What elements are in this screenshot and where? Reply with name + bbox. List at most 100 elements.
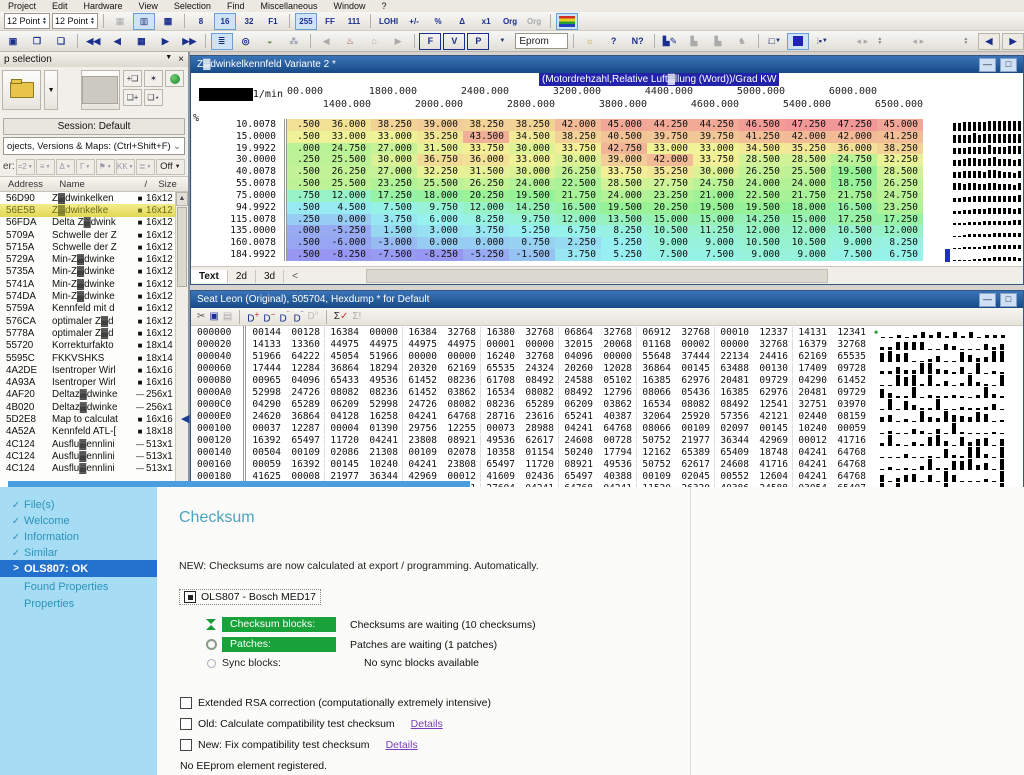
map-cell[interactable]: 30.000 <box>693 166 739 179</box>
map-cell[interactable]: 22.500 <box>739 189 785 202</box>
map-cell[interactable]: 33.000 <box>647 142 693 155</box>
hex-value[interactable]: 16534 <box>636 398 675 410</box>
hex-value[interactable]: 00130 <box>753 363 792 374</box>
letter-dropdown-icon[interactable]: ▼ <box>491 33 513 50</box>
hex-value[interactable]: 00012 <box>792 434 831 446</box>
hex-value[interactable]: 50752 <box>636 434 675 446</box>
menu-item-[interactable]: ? <box>374 1 395 11</box>
map-list-row[interactable]: 55720 Korrekturfakto ■ 18x14 <box>0 340 188 352</box>
hex-value[interactable]: 65409 <box>714 446 753 458</box>
hex-value[interactable]: 21308 <box>363 447 402 458</box>
map-cell[interactable]: 31.500 <box>417 142 463 155</box>
hex-value[interactable]: 62169 <box>441 363 480 374</box>
hex-value[interactable]: 24726 <box>402 398 441 410</box>
hex-value[interactable]: 44975 <box>324 338 363 350</box>
eprom-combobox[interactable]: Eprom <box>515 33 569 49</box>
hex-value[interactable]: 00073 <box>480 422 519 434</box>
hex-value[interactable]: 18294 <box>363 363 402 374</box>
map-cell[interactable]: 0.000 <box>325 213 371 226</box>
hex-value[interactable]: 63488 <box>714 362 753 374</box>
filter-button-5[interactable]: KK ▼ <box>115 158 135 175</box>
hex-value[interactable]: 28716 <box>480 410 519 422</box>
hex-value[interactable]: 04096 <box>285 375 324 386</box>
hex-value[interactable]: 06209 <box>558 398 597 410</box>
chart-wand-icon[interactable]: ▙✎ <box>659 33 681 50</box>
hex-value[interactable]: 62976 <box>675 375 714 386</box>
map-cell[interactable]: 38.250 <box>555 130 601 143</box>
hex-value[interactable]: 44975 <box>441 339 480 350</box>
hex-value[interactable]: 09728 <box>831 363 870 374</box>
map-cell[interactable]: 31.500 <box>463 166 509 179</box>
map-list-row[interactable]: 5595C FKKVSHKS ■ 18x14 <box>0 352 188 364</box>
map-cell[interactable]: -7.500 <box>371 249 417 261</box>
hex-value[interactable]: 06209 <box>324 398 363 410</box>
map-list-row[interactable]: 574DA Min-Z▓dwinke ■ 16x12 <box>0 290 188 302</box>
map-cell[interactable]: 36.000 <box>325 119 371 131</box>
map-cell[interactable]: 26.250 <box>739 166 785 179</box>
hex-value[interactable]: 16384 <box>402 326 441 338</box>
hex-value[interactable]: 00965 <box>246 375 285 386</box>
spinner-icon[interactable]: ▲ ▼ <box>90 17 95 26</box>
map-cell[interactable]: .500 <box>287 166 325 179</box>
hex-value[interactable]: 00109 <box>402 446 441 458</box>
map-cell[interactable]: 24.000 <box>509 178 555 190</box>
map-cell[interactable]: 14.250 <box>509 201 555 214</box>
cut-icon[interactable]: ✂ <box>197 311 205 322</box>
hex-value[interactable]: 21977 <box>675 435 714 446</box>
session-bar[interactable]: Session: Default <box>3 118 185 135</box>
map-cell[interactable]: 32.250 <box>877 154 923 167</box>
import-button[interactable] <box>80 70 120 110</box>
hex-value[interactable]: 00145 <box>324 458 363 470</box>
column-header-size[interactable]: Size <box>158 179 188 190</box>
split-horizontal-icon[interactable]: ⦙□ ▼ <box>763 33 785 50</box>
map-cell[interactable]: 5.250 <box>509 225 555 238</box>
letter-v-button[interactable]: V <box>443 32 466 50</box>
hex-value[interactable]: 03970 <box>831 399 870 410</box>
menu-item-window[interactable]: Window <box>325 1 373 11</box>
map-cell[interactable]: 1.500 <box>371 225 417 238</box>
map-cell[interactable]: 0.000 <box>417 237 463 250</box>
map-list-row[interactable]: 5709A Schwelle der Z ■ 16x12 <box>0 229 188 241</box>
map-cell[interactable]: 45.000 <box>601 119 647 131</box>
map-list-row[interactable]: 4C124 Ausflu▓ennlini —513x1 <box>0 463 188 475</box>
hex-value[interactable]: 41609 <box>480 470 519 482</box>
project-book-icon[interactable]: ▣ <box>2 33 24 50</box>
hex-value[interactable]: 02086 <box>324 446 363 458</box>
hex-value[interactable]: 64768 <box>441 411 480 422</box>
scroll-up-icon[interactable]: ▲ <box>176 192 188 206</box>
map-cell[interactable]: 24.750 <box>693 178 739 190</box>
hex-value[interactable]: 00000 <box>519 339 558 350</box>
hex-value[interactable]: 62617 <box>519 435 558 446</box>
hex-value[interactable]: 44975 <box>363 339 402 350</box>
mode-lohi-button[interactable]: LOHI <box>376 13 401 30</box>
hexdump-titlebar[interactable]: Seat Leon (Original), 505704, Hexdump * … <box>191 291 1023 308</box>
preview-icon[interactable]: ◎ <box>235 33 257 50</box>
hex-value[interactable]: 04290 <box>246 399 285 410</box>
hex-value[interactable]: 32768 <box>519 327 558 338</box>
hex-value[interactable]: 42969 <box>402 470 441 482</box>
map-cell[interactable]: -1.500 <box>509 249 555 261</box>
hex-value[interactable]: 08236 <box>363 387 402 398</box>
machine-icon[interactable]: ♨ <box>339 33 361 50</box>
hex-value[interactable]: 62617 <box>675 459 714 470</box>
projects-versions-dropdown[interactable]: ojects, Versions & Maps: (Ctrl+Shift+F) … <box>3 137 185 155</box>
map-cell[interactable]: 42.000 <box>785 130 831 143</box>
sidebar-item-files[interactable]: ✓ File(s) <box>0 497 157 513</box>
map-cell[interactable]: -5.250 <box>325 225 371 238</box>
history-forward-icon[interactable]: ▶ <box>387 33 409 50</box>
hex-value[interactable]: 12541 <box>753 399 792 410</box>
hex-value[interactable]: 16385 <box>636 374 675 386</box>
map-cell[interactable]: .500 <box>287 237 325 250</box>
hex-value[interactable]: 04241 <box>402 410 441 422</box>
hex-value[interactable]: 00000 <box>441 351 480 362</box>
map-cell[interactable]: 15.000 <box>647 213 693 226</box>
map-cell[interactable]: 3.000 <box>417 225 463 238</box>
hex-value[interactable]: 36864 <box>285 411 324 422</box>
map-cell[interactable]: 3.750 <box>555 249 601 261</box>
hex-value[interactable]: 08236 <box>441 375 480 386</box>
hex-value[interactable]: 08066 <box>636 386 675 398</box>
hex-value[interactable]: 00000 <box>714 338 753 350</box>
map-cell[interactable]: -6.000 <box>325 237 371 250</box>
map-cell[interactable]: 18.000 <box>417 189 463 202</box>
map-cell[interactable]: 32.250 <box>417 166 463 179</box>
